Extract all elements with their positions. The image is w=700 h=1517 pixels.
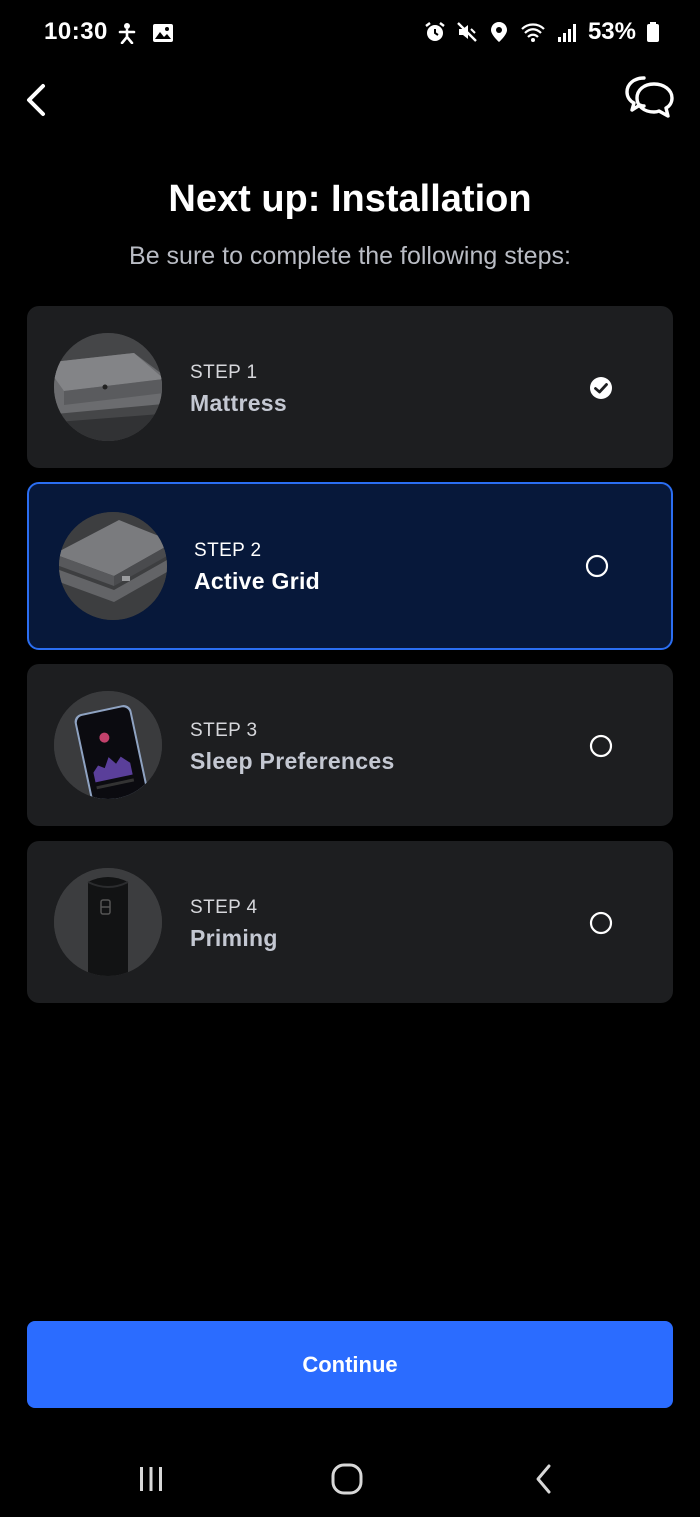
steps-list: STEP 1 Mattress STEP 2 Active Grid STEP …	[27, 306, 673, 1018]
wifi-icon	[521, 23, 545, 42]
recent-apps-button[interactable]	[131, 1459, 171, 1499]
mattress-thumbnail	[54, 333, 162, 441]
empty-circle-icon	[585, 554, 609, 578]
status-bar: 10:30 53%	[0, 0, 700, 68]
step-card-active-grid[interactable]: STEP 2 Active Grid	[27, 482, 673, 650]
check-circle-icon	[590, 377, 612, 399]
step-name: Priming	[190, 925, 278, 951]
page-subtitle: Be sure to complete the following steps:	[129, 242, 571, 270]
image-icon	[153, 24, 173, 42]
accessibility-icon	[118, 23, 136, 44]
continue-button[interactable]: Continue	[27, 1321, 673, 1408]
step-number: STEP 4	[190, 897, 258, 918]
step-card-priming[interactable]: STEP 4 Priming	[27, 841, 673, 1003]
alarm-icon	[425, 22, 445, 41]
status-time: 10:30	[44, 18, 108, 45]
recent-apps-icon	[140, 1467, 162, 1491]
battery-icon	[647, 22, 659, 42]
mute-icon	[457, 22, 477, 42]
chevron-left-icon	[27, 84, 45, 116]
home-button[interactable]	[327, 1459, 367, 1499]
system-back-button[interactable]	[524, 1459, 564, 1499]
system-nav-bar	[0, 1445, 700, 1509]
battery-percent: 53%	[587, 18, 636, 45]
back-button[interactable]	[14, 78, 58, 122]
back-arrow-icon	[536, 1464, 551, 1494]
step-name: Sleep Preferences	[190, 748, 395, 774]
phone-thumbnail	[54, 691, 162, 799]
step-name: Active Grid	[194, 568, 321, 594]
chat-button[interactable]	[624, 72, 676, 124]
chat-bubbles-icon	[625, 76, 674, 118]
step-card-sleep-preferences[interactable]: STEP 3 Sleep Preferences	[27, 664, 673, 826]
active-grid-thumbnail	[59, 512, 167, 620]
step-number: STEP 1	[190, 362, 258, 383]
empty-circle-icon	[589, 911, 613, 935]
page-title: Next up: Installation	[168, 178, 532, 220]
home-icon	[331, 1463, 363, 1495]
empty-circle-icon	[589, 734, 613, 758]
signal-icon	[557, 24, 576, 42]
step-name: Mattress	[190, 390, 287, 416]
location-icon	[490, 22, 507, 42]
step-number: STEP 3	[190, 720, 258, 741]
step-number: STEP 2	[194, 540, 262, 561]
hub-thumbnail	[54, 868, 162, 976]
status-left-icons	[116, 22, 174, 44]
step-card-mattress[interactable]: STEP 1 Mattress	[27, 306, 673, 468]
status-right-icons: 53%	[424, 18, 660, 46]
